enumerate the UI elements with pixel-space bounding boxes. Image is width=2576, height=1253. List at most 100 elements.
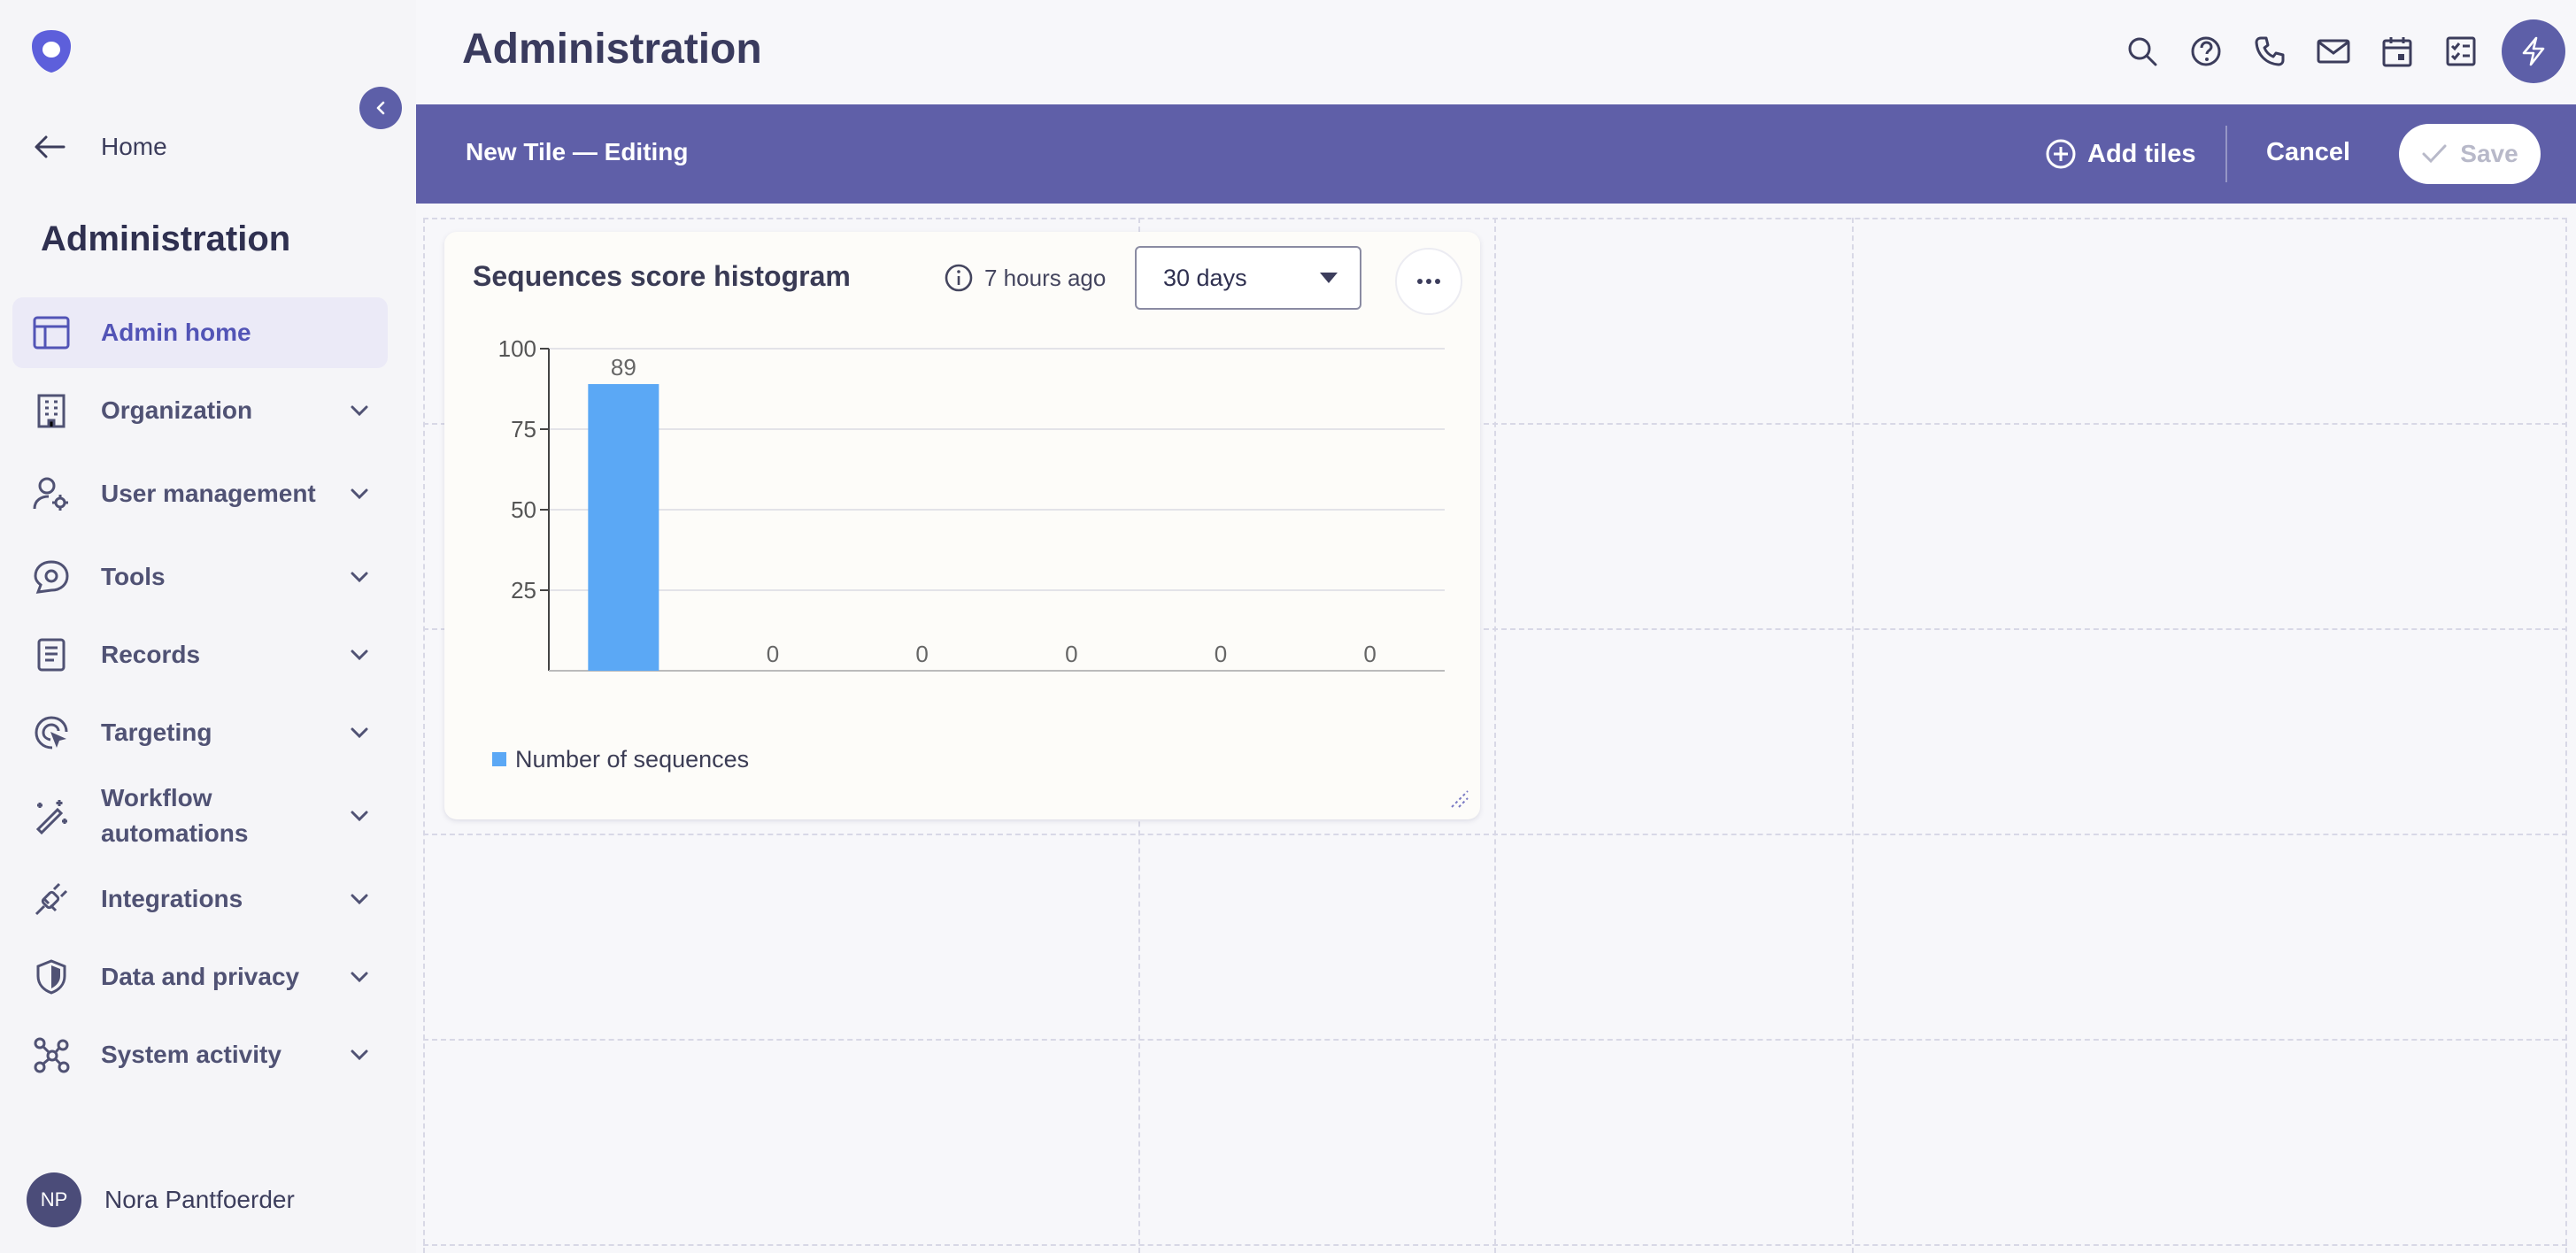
sidebar-item-integrations[interactable]: Integrations: [12, 864, 388, 934]
tasks-button[interactable]: [2429, 19, 2493, 83]
y-tick-label: 25: [511, 577, 536, 603]
more-horizontal-icon: [1417, 279, 1440, 284]
sidebar-item-label: Targeting: [101, 719, 212, 746]
sidebar-item-records[interactable]: Records: [12, 619, 388, 690]
chevron-down-icon: [347, 887, 372, 911]
building-icon: [32, 391, 71, 430]
avatar: NP: [27, 1172, 81, 1227]
grid-line: [423, 1244, 2567, 1246]
grid-line: [423, 218, 2567, 219]
app-logo-icon[interactable]: [27, 27, 76, 76]
check-icon: [2422, 144, 2447, 164]
collapse-sidebar-button[interactable]: [359, 87, 402, 129]
cancel-button[interactable]: Cancel: [2266, 138, 2350, 167]
histogram-chart: 25 50 75 100 89 0 0 0 0 0: [498, 338, 1445, 672]
chevron-down-icon: [347, 565, 372, 589]
tile-more-button[interactable]: [1395, 248, 1462, 315]
sidebar-item-workflow-automations[interactable]: Workflow automations: [12, 775, 388, 857]
user-gear-icon: [32, 474, 71, 513]
sidebar: Home Administration Admin home Organizat…: [0, 0, 416, 1253]
data-label: 0: [1065, 641, 1077, 667]
data-label: 0: [915, 641, 928, 667]
top-header: Administration: [416, 0, 2576, 104]
tasks-icon: [2446, 36, 2476, 66]
phone-icon: [2255, 36, 2285, 66]
calendar-button[interactable]: [2365, 19, 2429, 83]
search-button[interactable]: [2110, 19, 2174, 83]
sidebar-item-label: Admin home: [101, 319, 251, 346]
sidebar-heading: Administration: [41, 219, 291, 258]
user-profile[interactable]: NP Nora Pantfoerder: [27, 1172, 295, 1227]
tools-icon: [32, 557, 71, 596]
grid-line: [1852, 218, 1854, 1253]
help-icon: [2191, 36, 2221, 66]
sidebar-item-organization[interactable]: Organization: [12, 375, 388, 446]
grid-line: [423, 1039, 2567, 1041]
phone-button[interactable]: [2238, 19, 2302, 83]
sidebar-item-system-activity[interactable]: System activity: [12, 1019, 388, 1090]
data-label: 0: [1215, 641, 1227, 667]
grid-line: [2565, 218, 2567, 1253]
sidebar-item-label: Integrations: [101, 885, 243, 912]
y-tick-label: 50: [511, 496, 536, 523]
sidebar-item-label: User management: [101, 480, 316, 507]
date-range-value: 30 days: [1163, 264, 1247, 291]
tile-title: Sequences score histogram: [473, 260, 851, 292]
page-title: Administration: [462, 26, 762, 73]
chevron-down-icon: [347, 803, 372, 828]
bar: [588, 384, 659, 671]
y-tick-label: 75: [511, 416, 536, 442]
edit-mode-bar: New Tile — Editing Add tiles Cancel Save: [416, 104, 2576, 204]
shield-icon: [32, 957, 71, 996]
layout-icon: [32, 313, 71, 352]
histogram-tile[interactable]: Sequences score histogram 7 hours ago 30…: [444, 232, 1480, 819]
y-tick-label: 100: [498, 338, 536, 362]
user-name: Nora Pantfoerder: [104, 1186, 295, 1213]
chevron-down-icon: [347, 720, 372, 745]
save-label: Save: [2460, 140, 2518, 167]
chevron-down-icon: [347, 481, 372, 506]
chevron-down-icon: [347, 642, 372, 667]
plug-icon: [32, 880, 71, 919]
plus-circle-icon: [2046, 139, 2076, 169]
sidebar-item-label: System activity: [101, 1041, 282, 1068]
add-tiles-button[interactable]: Add tiles: [2045, 129, 2195, 179]
sidebar-item-label: Tools: [101, 563, 166, 590]
sidebar-item-tools[interactable]: Tools: [12, 542, 388, 612]
home-link[interactable]: Home: [34, 126, 167, 168]
resize-handle-icon[interactable]: [1448, 788, 1471, 811]
chevron-left-icon: [376, 101, 385, 115]
grid-line: [423, 218, 425, 1253]
sidebar-item-targeting[interactable]: Targeting: [12, 697, 388, 768]
records-icon: [32, 635, 71, 674]
help-button[interactable]: [2174, 19, 2238, 83]
grid-line: [1494, 218, 1496, 1253]
sidebar-item-admin-home[interactable]: Admin home: [12, 297, 388, 368]
arrow-left-icon: [35, 135, 66, 158]
updated-text: 7 hours ago: [984, 264, 1107, 291]
network-icon: [32, 1035, 71, 1074]
sidebar-item-label: Workflow automations: [101, 784, 249, 847]
data-label: 89: [611, 354, 636, 381]
date-range-select[interactable]: 30 days: [1135, 246, 1361, 310]
sidebar-item-data-and-privacy[interactable]: Data and privacy: [12, 942, 388, 1012]
edit-mode-title: New Tile — Editing: [466, 138, 689, 165]
divider: [2225, 126, 2227, 182]
home-label: Home: [101, 133, 167, 160]
add-tiles-label: Add tiles: [2087, 139, 2196, 168]
bolt-icon: [2522, 36, 2545, 66]
mail-icon: [2317, 39, 2350, 64]
mail-button[interactable]: [2302, 19, 2365, 83]
admin-nav: Admin home Organization User management …: [12, 297, 388, 1097]
legend-swatch: [492, 752, 506, 766]
save-button[interactable]: Save: [2399, 124, 2541, 184]
calendar-icon: [2382, 37, 2412, 67]
data-label: 0: [767, 641, 779, 667]
quick-actions-button[interactable]: [2502, 19, 2565, 83]
data-label: 0: [1363, 641, 1376, 667]
sidebar-item-user-management[interactable]: User management: [12, 453, 388, 534]
chevron-down-icon: [347, 398, 372, 423]
info-icon[interactable]: [944, 263, 974, 293]
chevron-down-icon: [347, 965, 372, 989]
legend-label: Number of sequences: [515, 745, 750, 773]
